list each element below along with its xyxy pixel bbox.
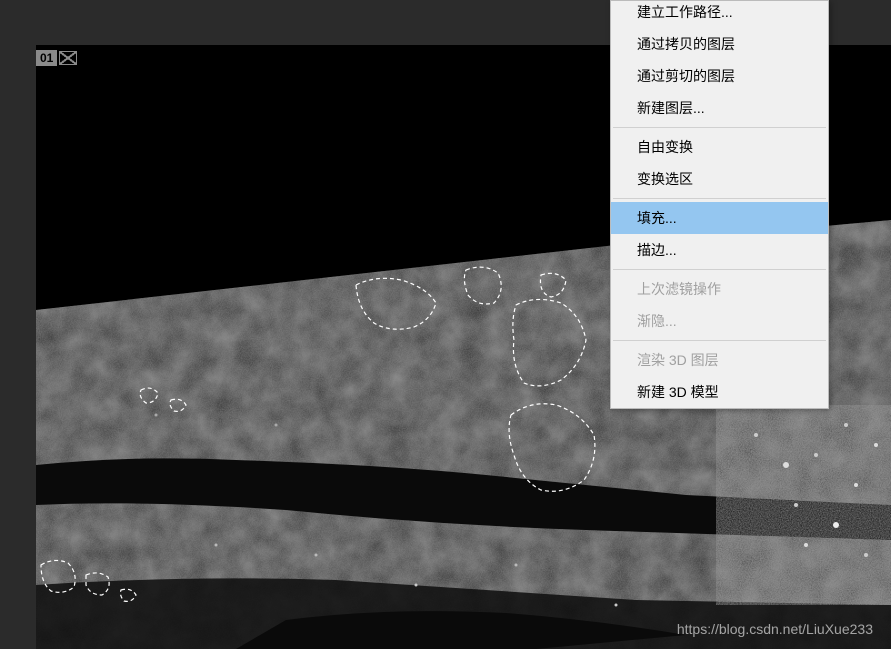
menu-item-layer-via-copy[interactable]: 通过拷贝的图层: [611, 28, 828, 60]
menu-item-layer-via-cut[interactable]: 通过剪切的图层: [611, 60, 828, 92]
menu-item-new-layer[interactable]: 新建图层...: [611, 92, 828, 124]
menu-separator: [613, 269, 826, 270]
image-tab[interactable]: 01: [36, 50, 77, 66]
menu-item-work-path[interactable]: 建立工作路径...: [611, 1, 828, 28]
menu-separator: [613, 127, 826, 128]
menu-item-render-3d-layer: 渲染 3D 图层: [611, 344, 828, 376]
menu-item-free-transform[interactable]: 自由变换: [611, 131, 828, 163]
tab-number: 01: [36, 50, 57, 66]
menu-item-transform-selection[interactable]: 变换选区: [611, 163, 828, 195]
menu-separator: [613, 340, 826, 341]
menu-item-stroke[interactable]: 描边...: [611, 234, 828, 266]
menu-item-new-3d-model[interactable]: 新建 3D 模型: [611, 376, 828, 408]
watermark: https://blog.csdn.net/LiuXue233: [677, 621, 873, 637]
menu-separator: [613, 198, 826, 199]
menu-item-fade: 渐隐...: [611, 305, 828, 337]
context-menu: 建立工作路径... 通过拷贝的图层 通过剪切的图层 新建图层... 自由变换 变…: [610, 0, 829, 409]
menu-item-fill[interactable]: 填充...: [611, 202, 828, 234]
envelope-icon: [59, 51, 77, 65]
menu-item-last-filter: 上次滤镜操作: [611, 273, 828, 305]
